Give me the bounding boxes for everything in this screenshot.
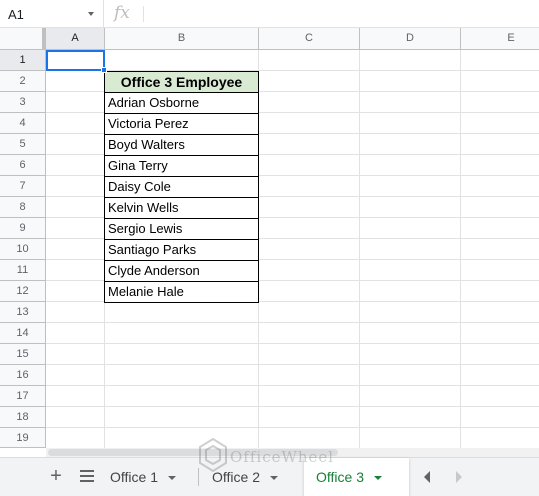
scroll-tabs-left-icon[interactable] [424,471,430,483]
sheet-tab-label: Office 2 [212,469,260,485]
sheet-tab-office-1[interactable]: Office 1 [98,458,196,496]
fill-handle[interactable] [101,67,107,73]
gridline [46,427,539,428]
row-header[interactable]: 14 [0,323,46,344]
table-row[interactable]: Boyd Walters [104,134,259,156]
table-row[interactable]: Daisy Cole [104,176,259,198]
sheet-tab-office-3[interactable]: Office 3 [304,458,409,496]
table-row[interactable]: Santiago Parks [104,239,259,261]
gridline [359,50,360,448]
table-row[interactable]: Sergio Lewis [104,218,259,240]
sheet-tab-bar: + Office 1 Office 2 Office 3 [0,457,539,496]
gridline [46,406,539,407]
row-header[interactable]: 17 [0,386,46,407]
row-header[interactable]: 18 [0,407,46,428]
chevron-down-icon[interactable] [374,476,382,481]
column-header-row: A B C D E [0,28,539,50]
row-header[interactable]: 16 [0,365,46,386]
name-box-dropdown-icon[interactable] [88,12,94,16]
sheet-tab-office-2[interactable]: Office 2 [200,458,300,496]
scrollbar-thumb[interactable] [48,449,338,456]
gridline [46,364,539,365]
table-row[interactable]: Clyde Anderson [104,260,259,282]
row-header[interactable]: 4 [0,113,46,134]
chevron-down-icon[interactable] [270,476,278,481]
table-header-cell[interactable]: Office 3 Employee [104,71,259,93]
fx-icon: fx [114,3,130,23]
row-header[interactable]: 3 [0,92,46,113]
row-header[interactable]: 9 [0,218,46,239]
all-sheets-menu-icon[interactable] [80,470,94,482]
name-box[interactable]: A1 [0,0,104,27]
column-header-d[interactable]: D [360,28,461,49]
scroll-tabs-right-icon[interactable] [456,471,462,483]
gridline [46,385,539,386]
horizontal-scrollbar[interactable] [46,448,539,457]
gridline [46,343,539,344]
row-header[interactable]: 7 [0,176,46,197]
chevron-down-icon[interactable] [168,476,176,481]
name-box-value: A1 [8,7,24,22]
formula-input[interactable] [152,6,532,22]
formula-bar: A1 fx [0,0,539,28]
row-header[interactable]: 19 [0,428,46,448]
column-header-c[interactable]: C [259,28,360,49]
row-header[interactable]: 5 [0,134,46,155]
row-header[interactable]: 10 [0,239,46,260]
formula-divider [143,6,144,22]
table-row[interactable]: Adrian Osborne [104,92,259,114]
row-header[interactable]: 6 [0,155,46,176]
row-header[interactable]: 2 [0,71,46,92]
gridline [460,50,461,448]
gridline [46,322,539,323]
active-cell-selection[interactable] [46,50,105,71]
sheet-tab-label: Office 1 [110,469,158,485]
table-row[interactable]: Melanie Hale [104,281,259,303]
spreadsheet-app: A1 fx A B C D E 1 2 3 4 5 6 7 8 9 10 11 … [0,0,539,496]
column-header-a[interactable]: A [46,28,105,49]
column-header-b[interactable]: B [105,28,259,49]
row-header[interactable]: 12 [0,281,46,302]
row-header[interactable]: 11 [0,260,46,281]
row-header[interactable]: 15 [0,344,46,365]
add-sheet-button[interactable]: + [46,466,66,486]
table-row[interactable]: Victoria Perez [104,113,259,135]
row-header[interactable]: 13 [0,302,46,323]
sheet-tab-label: Office 3 [316,469,364,485]
select-all-corner[interactable] [0,28,46,49]
column-header-e[interactable]: E [461,28,539,49]
tab-divider [198,468,199,486]
row-header[interactable]: 8 [0,197,46,218]
table-row[interactable]: Gina Terry [104,155,259,177]
table-row[interactable]: Kelvin Wells [104,197,259,219]
row-header[interactable]: 1 [0,50,46,71]
